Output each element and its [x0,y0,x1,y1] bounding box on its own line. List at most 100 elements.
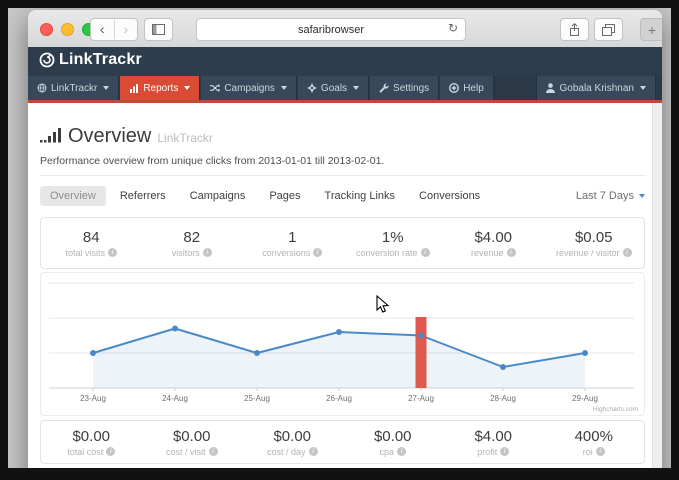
chevron-down-icon [103,86,109,90]
chevron-down-icon [281,86,287,90]
tab-campaigns[interactable]: Campaigns [180,186,256,206]
nav-item-linktrackr[interactable]: LinkTrackr [28,76,119,100]
info-icon[interactable]: i [203,248,212,257]
page-subtitle: Performance overview from unique clicks … [40,155,384,167]
stat-value: 82 [183,229,200,246]
stat-value: 84 [83,229,100,246]
tab-pages[interactable]: Pages [259,186,310,206]
address-bar[interactable]: safaribrowser ↻ [196,18,466,41]
brand-name: LinkTrackr [59,51,142,69]
stat-label: revenuei [471,248,516,258]
conversion-bar[interactable] [416,317,427,388]
minimize-window-button[interactable] [61,23,74,36]
reload-icon[interactable]: ↻ [448,21,458,35]
x-axis-label: 26-Aug [326,394,352,403]
stats-panel-bottom: $0.00total costi$0.00cost / visiti$0.00c… [40,420,645,464]
data-point-marker[interactable] [500,364,506,370]
stat-label-text: total visits [65,248,105,258]
stat-value: 1 [288,229,296,246]
share-button[interactable] [560,18,589,41]
app-nav: LinkTrackrReportsCampaigns Goals SettingsH… [28,76,662,100]
tab-tracking-links[interactable]: Tracking Links [315,186,406,206]
brand[interactable]: LinkTrackr [38,51,142,69]
shuffle-icon [210,83,220,93]
date-range-label: Last 7 Days [576,190,634,202]
info-icon[interactable]: i [421,248,430,257]
nav-item-campaigns[interactable]: Campaigns [201,76,297,100]
stat-label-text: cpa [379,447,394,457]
chart-credit[interactable]: Highcharts.com [593,406,638,413]
info-icon[interactable]: i [507,248,516,257]
sidebar-icon [152,24,165,35]
data-point-marker[interactable] [418,333,424,339]
stat-value: $0.00 [374,428,412,445]
stat-value: $0.00 [72,428,110,445]
nav-item-label: Goals [321,83,347,94]
stat-label: cost / dayi [267,447,318,457]
visits-chart[interactable]: 23-Aug24-Aug25-Aug26-Aug27-Aug28-Aug29-A… [41,273,642,413]
back-button[interactable]: ‹ [91,20,114,39]
header-divider [40,175,645,176]
stat-revenue-visitor: $0.05revenue / visitori [544,218,645,268]
nav-item-help[interactable]: Help [440,76,494,100]
data-point-marker[interactable] [172,326,178,332]
stat-value: $0.05 [575,229,613,246]
stat-cpa: $0.00 cpai [343,421,444,463]
stat-label-text: total cost [67,447,103,457]
address-text: safaribrowser [298,24,364,36]
visits-area [93,329,585,389]
nav-item-reports[interactable]: Reports [120,76,200,100]
user-icon [546,83,556,93]
stat-label-text: conversion rate [356,248,418,258]
x-axis-label: 28-Aug [490,394,516,403]
tab-conversions[interactable]: Conversions [409,186,490,206]
info-icon[interactable]: i [623,248,632,257]
forward-button[interactable]: › [114,20,138,39]
info-icon[interactable]: i [313,248,322,257]
stat-label-text: visitors [172,248,200,258]
stat-label-text: cost / day [267,447,306,457]
date-range-selector[interactable]: Last 7 Days [576,190,645,202]
new-tab-button[interactable]: + [640,18,662,41]
info-icon[interactable]: i [209,447,218,456]
x-axis-label: 24-Aug [162,394,188,403]
stat-total-visits: 84 total visitsi [41,218,142,268]
stat-value: $4.00 [474,229,512,246]
info-icon[interactable]: i [309,447,318,456]
stat-total-cost: $0.00 total costi [41,421,142,463]
x-axis-label: 27-Aug [408,394,434,403]
data-point-marker[interactable] [90,350,96,356]
stat-value: $0.00 [273,428,311,445]
user-menu[interactable]: Gobala Krishnan [536,76,657,100]
close-window-button[interactable] [40,23,53,36]
x-axis-label: 25-Aug [244,394,270,403]
data-point-marker[interactable] [254,350,260,356]
info-icon[interactable]: i [397,447,406,456]
desktop-backdrop: ‹ › safaribrowser ↻ [8,8,671,468]
stat-label: cost / visiti [166,447,218,457]
scrollbar-track[interactable] [652,103,662,468]
tab-overview[interactable]: Overview [40,186,106,206]
info-icon[interactable]: i [108,248,117,257]
globe-icon [37,83,47,93]
info-icon[interactable]: i [500,447,509,456]
tab-referrers[interactable]: Referrers [110,186,176,206]
overview-chart-icon [40,127,62,143]
sidebar-toggle-button[interactable] [144,18,173,41]
chevron-down-icon [184,86,190,90]
history-nav-group: ‹ › [90,18,138,41]
chevron-down-icon [640,86,646,90]
nav-item-goals[interactable]: Goals [298,76,369,100]
stat-label-text: cost / visit [166,447,206,457]
data-point-marker[interactable] [582,350,588,356]
stats-panel-top: 84total visitsi82visitorsi1conversionsi1… [40,217,645,269]
stat-roi: 400%roii [544,421,645,463]
nav-item-settings[interactable]: Settings [370,76,439,100]
page-title-suffix: LinkTrackr [157,131,213,145]
info-icon[interactable]: i [106,447,115,456]
data-point-marker[interactable] [336,329,342,335]
show-tabs-button[interactable] [594,18,623,41]
info-icon[interactable]: i [596,447,605,456]
help-icon [449,83,459,93]
stat-label-text: roi [583,447,593,457]
